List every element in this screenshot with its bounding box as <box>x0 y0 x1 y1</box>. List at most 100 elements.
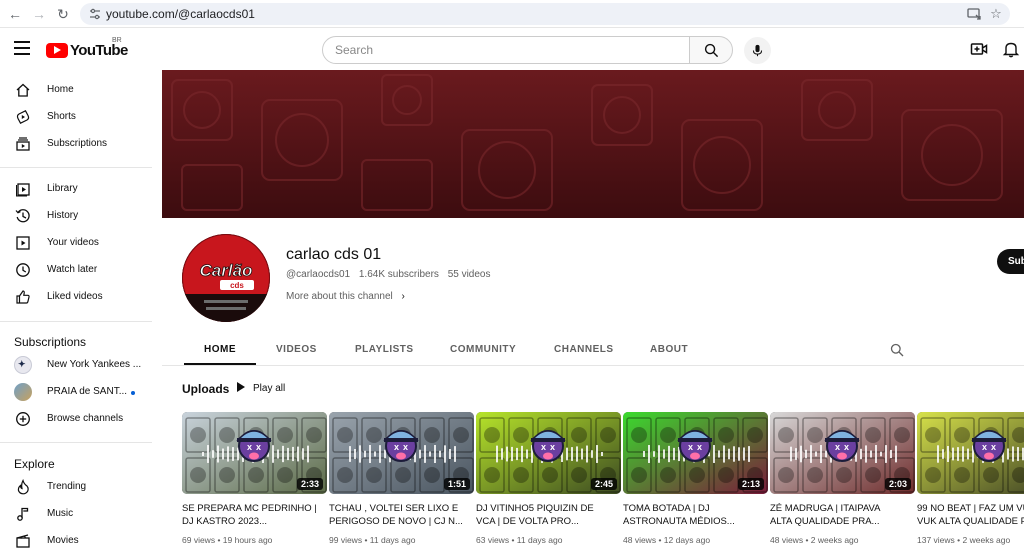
site-settings-icon[interactable] <box>88 7 102 21</box>
view-count: 63 views <box>476 535 510 545</box>
tab-home[interactable]: HOME <box>204 344 236 355</box>
svg-text:Carlão: Carlão <box>200 261 253 280</box>
video-metadata: 63 views • 11 days ago <box>476 535 621 545</box>
video-duration: 2:03 <box>884 478 911 490</box>
video-thumbnail[interactable]: x x 2:33 <box>182 412 327 494</box>
upload-age: 12 days ago <box>663 535 711 545</box>
upload-age: 2 weeks ago <box>810 535 859 545</box>
home-icon <box>16 83 30 97</box>
youtube-logo[interactable]: YouTube BR <box>46 37 128 60</box>
meta-separator: • <box>803 535 811 545</box>
forward-icon[interactable]: → <box>30 5 48 23</box>
sidebar-item-music[interactable]: Music <box>0 501 152 528</box>
create-video-icon[interactable] <box>970 40 988 58</box>
meta-separator: • <box>509 535 517 545</box>
video-count: 55 videos <box>447 269 491 280</box>
chevron-right-icon: › <box>401 291 405 302</box>
search-input[interactable] <box>323 37 663 63</box>
play-icon <box>237 382 245 392</box>
sidebar-item-watch-later[interactable]: Watch later <box>0 257 152 284</box>
browser-toolbar: ← → ↻ youtube.com/@carlaocds01 ☆ <box>0 0 1024 28</box>
upload-age: 2 weeks ago <box>962 535 1011 545</box>
video-card[interactable]: x x 2:03 ZÉ MADRUGA | ITAIPAVA ALTA QUALIDA… <box>770 412 915 545</box>
video-title[interactable]: SE PREPARA MC PEDRINHO | DJ KASTRO 2023.… <box>182 502 327 528</box>
svg-text:x: x <box>394 442 399 452</box>
video-metadata: 99 views • 11 days ago <box>329 535 474 545</box>
subscriptions-icon <box>16 137 30 151</box>
tab-about[interactable]: ABOUT <box>650 344 688 355</box>
avatar: ✦ <box>14 356 32 374</box>
guide-menu-icon[interactable] <box>14 41 30 55</box>
sidebar-item-browse-channels[interactable]: Browse channels <box>0 406 152 433</box>
video-title[interactable]: TOMA BOTADA | DJ ASTRONAUTA MÉDIOS... <box>623 502 768 528</box>
library-icon <box>16 183 30 197</box>
video-title[interactable]: 99 NO BEAT | FAZ UM VU VUK ALTA QUALIDAD… <box>917 502 1024 528</box>
video-card[interactable]: x x 2:45 DJ VITINHO5 PIQUIZIN DE VCA | DE V… <box>476 412 621 545</box>
video-thumbnail[interactable]: x x 2:13 <box>623 412 768 494</box>
video-thumbnail[interactable]: x x 2:03 <box>770 412 915 494</box>
sidebar-item-trending[interactable]: Trending <box>0 474 152 501</box>
svg-text:x: x <box>982 442 987 452</box>
sidebar-sub-new-york-yankees[interactable]: ✦ New York Yankees ... <box>0 352 152 379</box>
view-count: 137 views <box>917 535 955 545</box>
address-bar[interactable]: youtube.com/@carlaocds01 ☆ <box>80 3 1010 25</box>
country-code: BR <box>112 37 122 44</box>
play-all-button[interactable]: Play all <box>237 382 285 394</box>
video-title[interactable]: ZÉ MADRUGA | ITAIPAVA ALTA QUALIDADE PRA… <box>770 502 915 528</box>
sidebar-item-subscriptions[interactable]: Subscriptions <box>0 131 152 158</box>
channel-name: carlao cds 01 <box>286 246 382 263</box>
video-thumbnail[interactable]: xx <box>917 412 1024 494</box>
voice-search-button[interactable] <box>744 37 771 64</box>
video-thumbnail[interactable]: x x 1:51 <box>329 412 474 494</box>
video-card[interactable]: x x 2:33 SE PREPARA MC PEDRINHO | DJ KASTRO… <box>182 412 327 545</box>
upload-age: 11 days ago <box>369 535 416 545</box>
install-icon[interactable] <box>966 6 982 22</box>
sidebar-divider <box>0 321 152 322</box>
uploads-shelf-title[interactable]: Uploads <box>182 382 229 396</box>
svg-text:x: x <box>697 442 702 452</box>
tab-videos[interactable]: VIDEOS <box>276 344 317 355</box>
svg-text:x: x <box>541 442 546 452</box>
banner-pattern <box>162 70 1024 218</box>
more-about-channel-link[interactable]: More about this channel › <box>286 291 405 302</box>
subscribe-button[interactable]: Subscribe <box>997 249 1024 274</box>
back-icon[interactable]: ← <box>6 5 24 23</box>
view-count: 69 views <box>182 535 216 545</box>
video-card[interactable]: x x 2:13 TOMA BOTADA | DJ ASTRONAUTA MÉDIOS… <box>623 412 768 545</box>
sidebar-item-your-videos[interactable]: Your videos <box>0 230 152 257</box>
bookmark-star-icon[interactable]: ☆ <box>988 6 1004 22</box>
sidebar-item-movies[interactable]: Movies <box>0 528 152 555</box>
tab-playlists[interactable]: PLAYLISTS <box>355 344 414 355</box>
channel-search-icon[interactable] <box>890 343 904 357</box>
search-button[interactable] <box>689 36 733 64</box>
sidebar-item-library[interactable]: Library <box>0 176 152 203</box>
video-title[interactable]: DJ VITINHO5 PIQUIZIN DE VCA | DE VOLTA P… <box>476 502 621 528</box>
sidebar-sub-praia-de-santos[interactable]: PRAIA de SANT... <box>0 379 152 406</box>
tab-community[interactable]: COMMUNITY <box>450 344 516 355</box>
sidebar-item-shorts[interactable]: Shorts <box>0 104 152 131</box>
view-count: 48 views <box>770 535 804 545</box>
sidebar-item-liked-videos[interactable]: Liked videos <box>0 284 152 311</box>
svg-text:cds: cds <box>230 281 244 290</box>
video-duration: 2:33 <box>296 478 323 490</box>
sidebar-item-home[interactable]: Home <box>0 77 152 104</box>
sidebar-divider <box>0 167 152 168</box>
video-duration: 2:13 <box>737 478 764 490</box>
sidebar-item-history[interactable]: History <box>0 203 152 230</box>
tab-channels[interactable]: CHANNELS <box>554 344 614 355</box>
video-card[interactable]: x x 1:51 TCHAU , VOLTEI SER LIXO E PERIGOSO… <box>329 412 474 545</box>
reload-icon[interactable]: ↻ <box>54 5 72 23</box>
active-tab-underline <box>184 363 256 365</box>
watch-later-icon <box>16 263 30 277</box>
svg-text:x: x <box>835 442 840 452</box>
svg-text:x: x <box>844 442 849 452</box>
meta-separator: • <box>362 535 370 545</box>
video-title[interactable]: TCHAU , VOLTEI SER LIXO E PERIGOSO DE NO… <box>329 502 474 528</box>
channel-avatar[interactable]: Carlão cds <box>182 234 270 322</box>
upload-age: 11 days ago <box>516 535 563 545</box>
video-thumbnail[interactable]: x x 2:45 <box>476 412 621 494</box>
notifications-bell-icon[interactable] <box>1002 40 1020 58</box>
video-card[interactable]: xx 99 NO BEAT | FAZ UM VU VUK ALTA QUALID… <box>917 412 1024 545</box>
search-box[interactable] <box>322 36 690 64</box>
video-metadata: 48 views • 2 weeks ago <box>770 535 915 545</box>
